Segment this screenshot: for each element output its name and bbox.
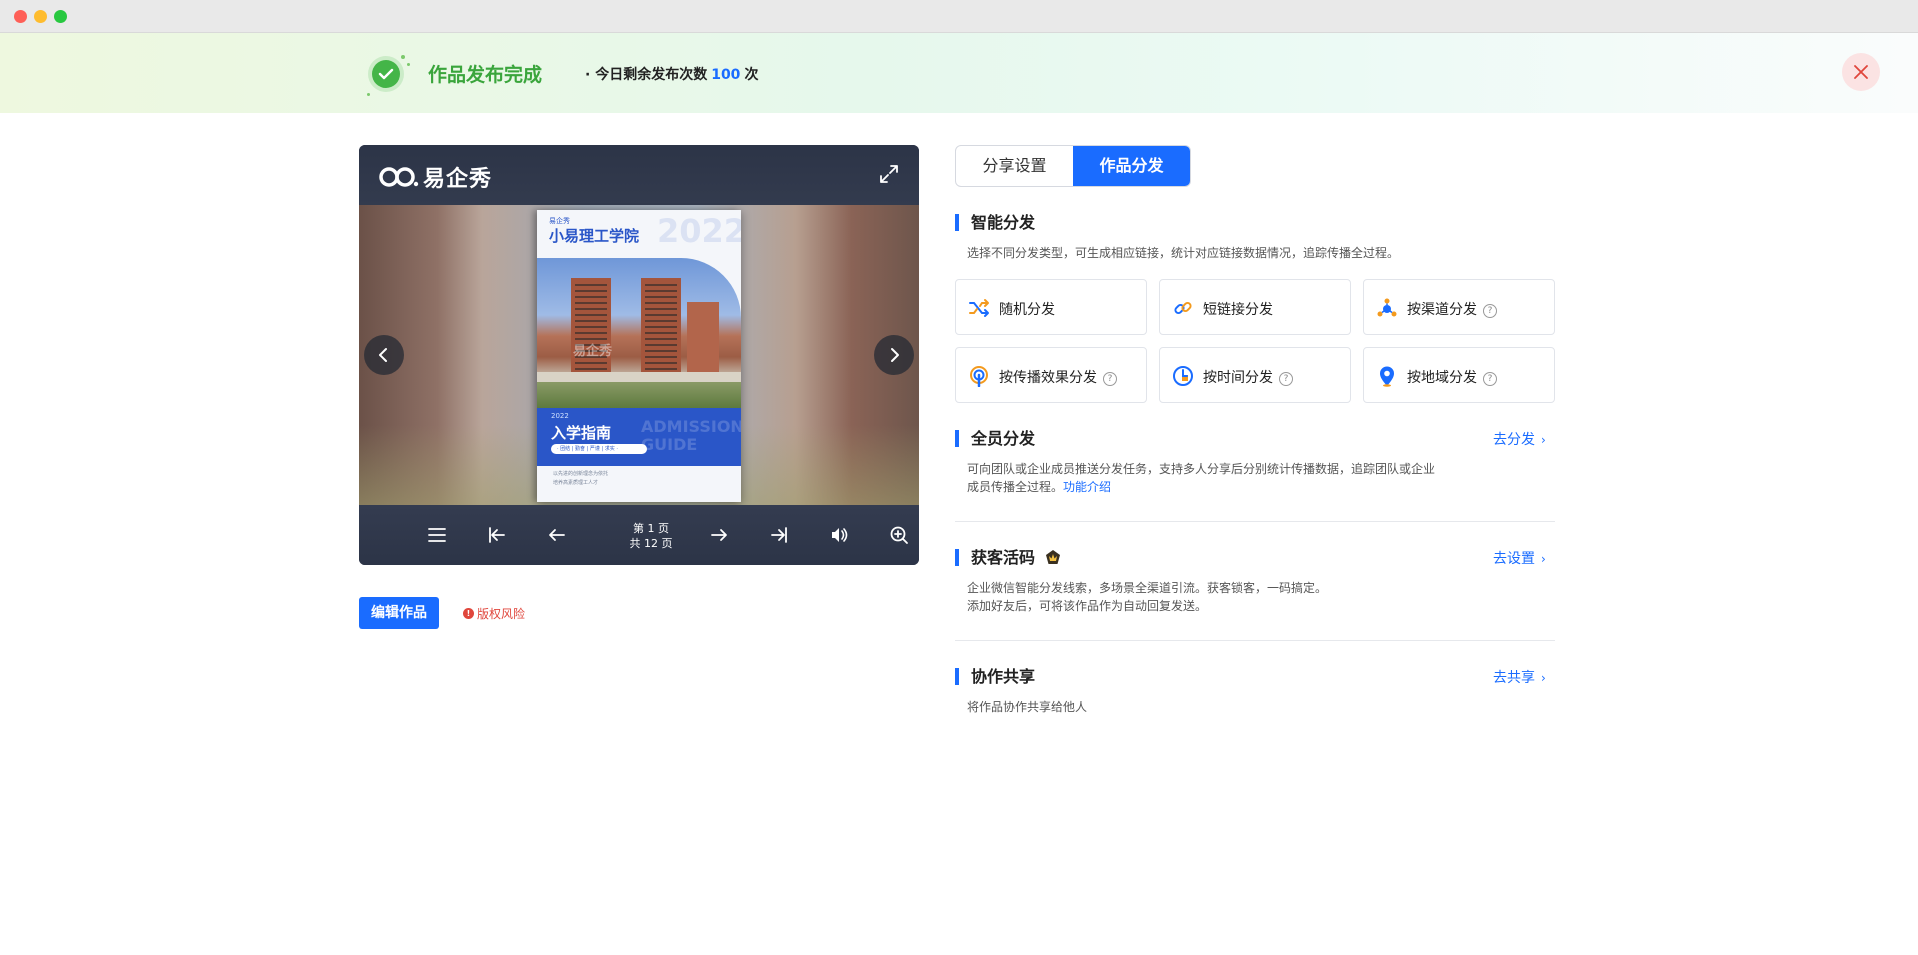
staff-distribution-desc: 可向团队或企业成员推送分发任务，支持多人分享后分别统计传播数据，追踪团队或企业 …	[967, 462, 1436, 494]
go-settings-link[interactable]: 去设置 ›	[1493, 548, 1546, 568]
cover-english-title: ADMISSION GUIDE	[641, 417, 741, 454]
expand-icon	[880, 165, 898, 183]
zoom-in-button[interactable]	[889, 525, 909, 545]
short-link-distribution-card[interactable]: 短链接分发	[1159, 279, 1351, 335]
collaboration-title: 协作共享	[955, 668, 1035, 685]
banner-title: 作品发布完成	[428, 64, 543, 86]
arrow-left-icon	[549, 529, 565, 541]
edit-work-button[interactable]: 编辑作品	[359, 597, 439, 629]
smart-distribution-title: 智能分发	[955, 214, 1035, 231]
region-distribution-card[interactable]: 按地域分发?	[1363, 347, 1555, 403]
volume-icon	[832, 528, 848, 542]
divider	[955, 521, 1555, 522]
viewer-logo: 易企秀	[379, 161, 492, 193]
warning-icon: !	[463, 608, 474, 619]
next-page-button[interactable]	[874, 335, 914, 375]
tab-distribution[interactable]: 作品分发	[1073, 146, 1190, 186]
publish-success-banner: 作品发布完成 · 今日剩余发布次数 100 次	[0, 33, 1918, 113]
chevron-right-icon: ›	[1541, 433, 1546, 447]
viewer-header: 易企秀	[359, 145, 919, 205]
cover-title: 入学指南	[551, 424, 612, 442]
shuffle-icon	[969, 299, 989, 317]
smart-distribution-desc: 选择不同分发类型，可生成相应链接，统计对应链接数据情况，追踪传播全过程。	[967, 246, 1400, 260]
remaining-publish-count: · 今日剩余发布次数 100 次	[585, 67, 759, 83]
copyright-risk-link[interactable]: ! 版权风险	[463, 605, 525, 622]
lead-qrcode-title: 获客活码	[955, 549, 1061, 566]
banner-close-button[interactable]	[1842, 53, 1880, 91]
lead-qrcode-desc: 企业微信智能分发线索，多场景全渠道引流。获客锁客，一码搞定。 添加好友后，可将该…	[967, 581, 1328, 613]
viewer-controls: 第 1 页 共 12 页	[359, 505, 919, 565]
close-icon	[1854, 65, 1868, 79]
first-page-icon	[489, 527, 505, 543]
maximize-window-button[interactable]	[54, 10, 67, 23]
help-icon[interactable]: ?	[1483, 304, 1497, 318]
staff-distribution-title: 全员分发	[955, 430, 1035, 447]
menu-icon	[428, 528, 446, 542]
channel-distribution-card[interactable]: 按渠道分发?	[1363, 279, 1555, 335]
help-icon[interactable]: ?	[1279, 372, 1293, 386]
eqxiu-logo-icon	[379, 165, 419, 189]
success-check-icon	[365, 55, 413, 103]
fullscreen-button[interactable]	[879, 164, 899, 188]
random-distribution-card[interactable]: 随机分发	[955, 279, 1147, 335]
go-distribute-link[interactable]: 去分发 ›	[1493, 429, 1546, 449]
cover-page[interactable]: 易企秀 2022 小易理工学院 易企秀 2022 入学指南 · 团结 | 勤奋 …	[537, 210, 741, 502]
viewer-stage: 易企秀 2022 小易理工学院 易企秀 2022 入学指南 · 团结 | 勤奋 …	[359, 205, 919, 505]
previous-page-button[interactable]	[364, 335, 404, 375]
page-indicator: 第 1 页 共 12 页	[629, 522, 673, 550]
work-preview-viewer: 易企秀 易企秀 2022 小易理工学院 易企秀 2022 入学指南 · 团结 |…	[359, 145, 919, 565]
link-icon	[1174, 301, 1192, 315]
broadcast-icon	[970, 366, 988, 387]
time-distribution-card[interactable]: 按时间分发?	[1159, 347, 1351, 403]
chevron-right-icon: ›	[1541, 552, 1546, 566]
help-icon[interactable]: ?	[1103, 372, 1117, 386]
window-titlebar	[0, 0, 1918, 33]
cover-year: 2022	[657, 212, 741, 250]
close-window-button[interactable]	[14, 10, 27, 23]
go-share-link[interactable]: 去共享 ›	[1493, 667, 1546, 687]
cover-footnote: 以先进的创新理念为依托 培养高素质理工人才	[553, 471, 609, 486]
catalog-menu-button[interactable]	[427, 525, 447, 545]
chevron-left-icon	[379, 348, 387, 362]
divider	[955, 640, 1555, 641]
cover-school-name: 小易理工学院	[549, 227, 640, 245]
sound-button[interactable]	[829, 525, 849, 545]
cover-campus-photo	[537, 258, 741, 408]
last-page-button[interactable]	[769, 525, 789, 545]
help-icon[interactable]: ?	[1483, 372, 1497, 386]
minimize-window-button[interactable]	[34, 10, 47, 23]
zoom-in-icon	[890, 526, 908, 544]
first-page-button[interactable]	[487, 525, 507, 545]
tab-share-settings[interactable]: 分享设置	[956, 146, 1073, 186]
arrow-right-icon	[711, 529, 727, 541]
last-page-icon	[771, 527, 787, 543]
panel-tabs: 分享设置 作品分发	[955, 145, 1191, 187]
clock-icon	[1173, 366, 1193, 386]
spread-effect-distribution-card[interactable]: 按传播效果分发?	[955, 347, 1147, 403]
feature-intro-link[interactable]: 功能介绍	[1063, 480, 1111, 494]
vip-crown-icon	[1045, 550, 1060, 564]
chevron-right-icon	[891, 348, 899, 362]
location-icon	[1380, 366, 1394, 387]
channel-icon	[1377, 298, 1397, 317]
chevron-right-icon: ›	[1541, 671, 1546, 685]
prev-page-control[interactable]	[547, 525, 567, 545]
cover-motto: · 团结 | 勤奋 | 严谨 | 求实 ·	[551, 444, 647, 454]
cover-title-band: 2022 入学指南 · 团结 | 勤奋 | 严谨 | 求实 · ADMISSIO…	[537, 408, 741, 466]
next-page-control[interactable]	[709, 525, 729, 545]
collaboration-desc: 将作品协作共享给他人	[967, 700, 1088, 714]
